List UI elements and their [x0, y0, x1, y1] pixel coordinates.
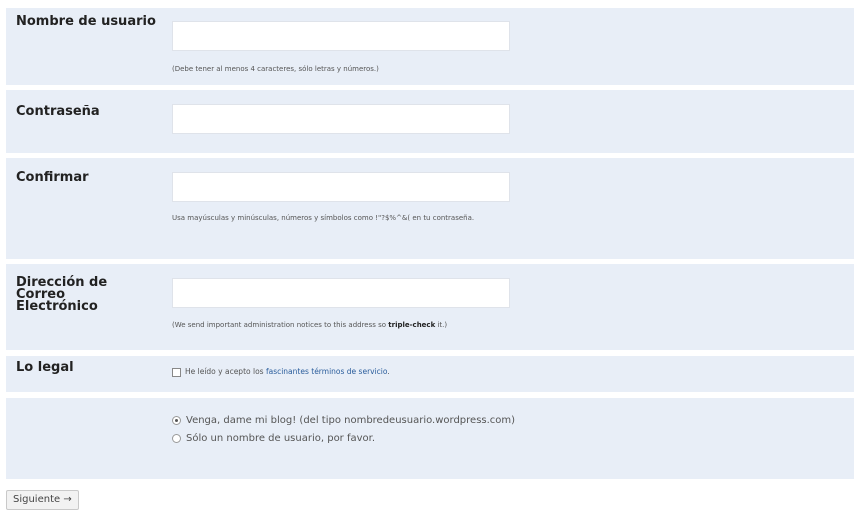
terms-checkbox-line: He leído y acepto los fascinantes términ…: [172, 367, 390, 377]
terms-text-pre: He leído y acepto los: [185, 367, 266, 376]
terms-link[interactable]: fascinantes términos de servicio: [266, 367, 387, 376]
blog-option-2[interactable]: Sólo un nombre de usuario, por favor.: [172, 433, 375, 444]
blog-option-2-radio[interactable]: [172, 433, 181, 443]
username-row: Nombre de usuario (Debe tener al menos 4…: [6, 8, 854, 85]
blog-option-1-label: Venga, dame mi blog! (del tipo nombredeu…: [186, 415, 516, 426]
email-label: Dirección de Correo Electrónico: [16, 275, 108, 314]
email-hint-post: it.): [435, 321, 448, 329]
legal-row: Lo legal He leído y acepto los fascinant…: [6, 356, 854, 392]
username-label: Nombre de usuario: [16, 14, 156, 29]
username-input[interactable]: [172, 21, 510, 51]
email-input[interactable]: [172, 278, 510, 308]
signup-form: Nombre de usuario (Debe tener al menos 4…: [0, 0, 855, 513]
next-button[interactable]: Siguiente →: [6, 490, 79, 510]
blog-option-1-radio[interactable]: [172, 415, 181, 425]
username-hint: (Debe tener al menos 4 caracteres, sólo …: [172, 65, 379, 73]
email-hint-pre: (We send important administration notice…: [172, 321, 389, 329]
password-label: Contraseña: [16, 104, 100, 119]
blog-option-2-label: Sólo un nombre de usuario, por favor.: [186, 433, 376, 444]
password-input[interactable]: [172, 104, 510, 134]
email-hint: (We send important administration notice…: [172, 321, 447, 329]
confirm-hint: Usa mayúsculas y minúsculas, números y s…: [172, 214, 475, 222]
confirm-password-input[interactable]: [172, 172, 510, 202]
terms-checkbox[interactable]: [172, 367, 181, 377]
password-row: Contraseña: [6, 90, 854, 153]
terms-text-post: .: [387, 367, 390, 376]
blog-option-1[interactable]: Venga, dame mi blog! (del tipo nombredeu…: [172, 415, 515, 426]
confirm-label: Confirmar: [16, 170, 89, 185]
blog-choice-row: Venga, dame mi blog! (del tipo nombredeu…: [6, 398, 854, 479]
legal-label: Lo legal: [16, 360, 74, 375]
confirm-row: Confirmar Usa mayúsculas y minúsculas, n…: [6, 158, 854, 259]
email-hint-bold: triple-check: [388, 321, 436, 329]
email-row: Dirección de Correo Electrónico (We send…: [6, 264, 854, 350]
